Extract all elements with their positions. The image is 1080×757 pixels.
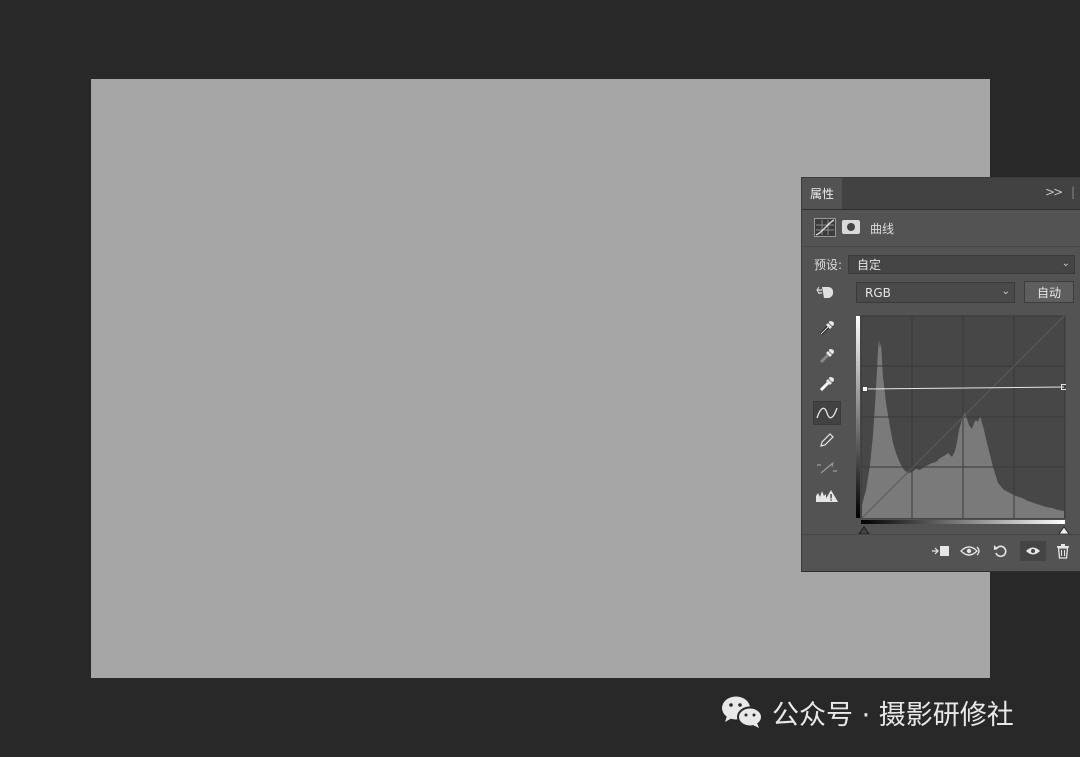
toggle-visibility-button[interactable] <box>1020 541 1046 561</box>
reset-icon <box>994 545 1007 558</box>
preset-label: 预设: <box>814 258 843 272</box>
white-point-eyedropper[interactable] <box>813 372 841 396</box>
layer-mask-icon[interactable] <box>842 220 860 234</box>
black-point-eyedropper[interactable] <box>813 316 841 340</box>
panel-footer <box>802 534 1080 567</box>
clipping-warning-tool[interactable] <box>813 484 841 508</box>
output-gradient-bar <box>856 316 860 518</box>
curves-graph[interactable] <box>856 315 1066 523</box>
histogram-warning-icon <box>816 490 838 502</box>
channel-select[interactable]: RGB ⌄ <box>856 282 1015 303</box>
smooth-curve-tool[interactable] <box>813 456 841 480</box>
eyedropper-icon <box>819 349 834 364</box>
eyedropper-icon <box>819 377 834 392</box>
properties-panel: 属性 >> | 曲线 预设: 自定 ⌄ RGB ⌄ 自动 <box>801 177 1080 572</box>
tab-properties[interactable]: 属性 <box>802 178 842 209</box>
pencil-draw-tool[interactable] <box>813 428 841 452</box>
preset-value: 自定 <box>857 258 882 272</box>
eyedropper-icon <box>819 321 834 336</box>
curve-points-icon <box>816 407 838 419</box>
collapse-panel-button[interactable]: >> | <box>1045 185 1075 199</box>
chevron-down-icon: ⌄ <box>1061 258 1070 269</box>
view-previous-state-button[interactable] <box>960 541 982 561</box>
channel-value: RGB <box>865 285 891 300</box>
reset-button[interactable] <box>990 541 1012 561</box>
collapse-icon: >> <box>1045 185 1063 199</box>
preset-select[interactable]: 自定 ⌄ <box>848 255 1075 274</box>
adjustment-header: 曲线 <box>802 210 1080 247</box>
trash-icon <box>1057 544 1069 559</box>
wechat-icon <box>722 696 763 728</box>
wechat-watermark: 公众号 · 摄影研修社 <box>720 694 1014 731</box>
eye-icon <box>1026 547 1040 555</box>
black-input-slider[interactable] <box>858 526 870 535</box>
adjustment-title: 曲线 <box>870 222 895 236</box>
clip-to-layer-button[interactable] <box>930 541 952 561</box>
delete-button[interactable] <box>1052 541 1074 561</box>
panel-tabbar: 属性 >> | <box>802 178 1080 210</box>
on-image-adjust-icon[interactable] <box>816 283 836 301</box>
clip-icon <box>932 546 949 556</box>
gray-point-eyedropper[interactable] <box>813 344 841 368</box>
smooth-icon <box>817 461 837 474</box>
white-input-slider[interactable] <box>1058 526 1070 535</box>
curves-adjustment-icon[interactable] <box>814 218 836 237</box>
eye-previous-icon <box>960 546 980 556</box>
watermark-text: 公众号 · 摄影研修社 <box>772 699 1014 731</box>
auto-button[interactable]: 自动 <box>1024 281 1074 303</box>
chevron-down-icon: ⌄ <box>1001 286 1010 297</box>
edit-points-tool[interactable] <box>813 401 841 425</box>
pencil-icon <box>820 433 834 447</box>
curve-point-black[interactable] <box>862 386 868 392</box>
